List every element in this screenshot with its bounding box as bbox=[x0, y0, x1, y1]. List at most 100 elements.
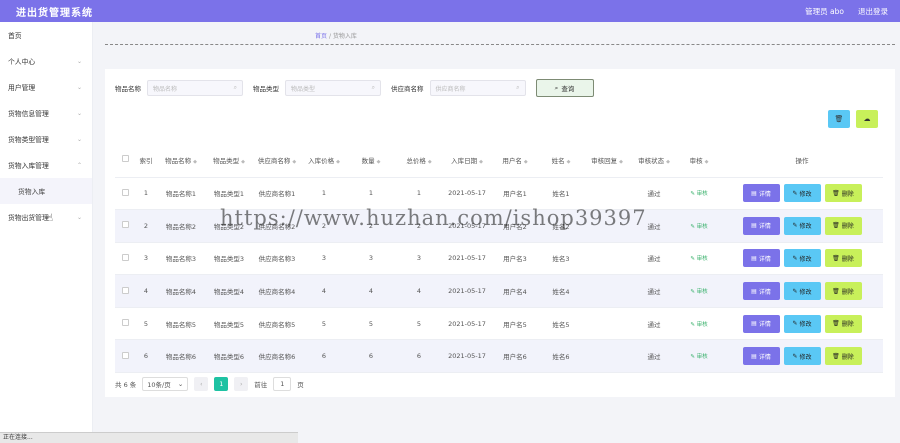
row-actions: ▤ 详情 ✎ 修改 🗑 删除 bbox=[721, 307, 883, 341]
cell-price: 5 bbox=[301, 307, 347, 341]
row-actions: ▤ 详情 ✎ 修改 🗑 删除 bbox=[721, 209, 883, 243]
header-username[interactable]: 用户名 ◆ bbox=[491, 143, 539, 178]
batch-delete-button[interactable]: 🗑 bbox=[828, 110, 850, 128]
edit-button[interactable]: ✎ 修改 bbox=[783, 314, 821, 333]
top-bar: 进出货管理系统 管理员 abo 退出登录 bbox=[0, 0, 900, 22]
detail-button[interactable]: ▤ 详情 bbox=[742, 314, 780, 333]
table-row: 5 物品名称5 物品类型5 供应商名称5 5 5 5 2021-05-17 用户名5 姓名5 通过 ✎… bbox=[115, 307, 883, 341]
header-total[interactable]: 总价格 ◆ bbox=[395, 143, 443, 178]
cell-realname: 姓名3 bbox=[539, 242, 583, 276]
query-label: 查询 bbox=[561, 85, 575, 93]
header-reply[interactable]: 审核回复 ◆ bbox=[583, 143, 631, 178]
audit-link[interactable]: ✎ 审核 bbox=[677, 274, 721, 308]
cell-status: 通过 bbox=[631, 339, 677, 374]
header-index[interactable]: 索引 bbox=[135, 143, 157, 178]
cell-index: 6 bbox=[135, 339, 157, 374]
sidebar-item-label: 货物信息管理 bbox=[8, 110, 49, 118]
row-checkbox[interactable] bbox=[115, 307, 135, 341]
row-checkbox[interactable] bbox=[115, 242, 135, 276]
edit-button[interactable]: ✎ 修改 bbox=[783, 216, 821, 235]
upload-button[interactable]: ☁ bbox=[856, 110, 878, 128]
sidebar-item-goods-type[interactable]: 货物类型管理 ⌄ bbox=[0, 126, 92, 152]
delete-button[interactable]: 🗑 删除 bbox=[824, 184, 862, 203]
sidebar-item-stock-out[interactable]: 货物出货管理 ⌄ bbox=[0, 204, 92, 230]
table-row: 6 物品名称6 物品类型6 供应商名称6 6 6 6 2021-05-17 用户名6 姓名6 通过 ✎… bbox=[115, 339, 883, 374]
detail-button[interactable]: ▤ 详情 bbox=[742, 249, 780, 268]
detail-button[interactable]: ▤ 详情 bbox=[742, 347, 780, 366]
edit-button[interactable]: ✎ 修改 bbox=[783, 282, 821, 301]
sidebar-item-profile[interactable]: 个人中心 ⌄ bbox=[0, 48, 92, 74]
sidebar-item-goods-info[interactable]: 货物信息管理 ⌄ bbox=[0, 100, 92, 126]
header-status[interactable]: 审核状态 ◆ bbox=[631, 143, 677, 178]
audit-link[interactable]: ✎ 审核 bbox=[677, 242, 721, 276]
cell-reply bbox=[583, 177, 631, 211]
logout-link[interactable]: 退出登录 bbox=[858, 6, 888, 17]
header-goods-type[interactable]: 物品类型 ◆ bbox=[205, 143, 253, 178]
trash-icon: 🗑 bbox=[832, 287, 840, 295]
search-icon: ⌕ bbox=[554, 83, 559, 92]
search-icon: ⌕ bbox=[371, 84, 375, 91]
table-row: 4 物品名称4 物品类型4 供应商名称4 4 4 4 2021-05-17 用户名4 姓名4 通过 ✎… bbox=[115, 274, 883, 308]
cell-username: 用户名3 bbox=[491, 242, 539, 276]
cell-index: 5 bbox=[135, 307, 157, 341]
edit-icon: ✎ bbox=[792, 189, 798, 197]
select-all-checkbox[interactable] bbox=[115, 143, 135, 178]
page-number[interactable]: 1 bbox=[214, 377, 229, 391]
cell-supplier: 供应商名称1 bbox=[253, 177, 301, 211]
cell-total: 1 bbox=[395, 177, 443, 211]
breadcrumb-home[interactable]: 首页 bbox=[315, 33, 327, 40]
row-checkbox[interactable] bbox=[115, 209, 135, 243]
cell-goods-type: 物品类型1 bbox=[205, 177, 253, 211]
chevron-down-icon: ⌄ bbox=[76, 83, 82, 91]
delete-button[interactable]: 🗑 删除 bbox=[824, 249, 862, 268]
cell-reply bbox=[583, 339, 631, 374]
edit-button[interactable]: ✎ 修改 bbox=[783, 347, 821, 366]
row-checkbox[interactable] bbox=[115, 274, 135, 308]
row-actions: ▤ 详情 ✎ 修改 🗑 删除 bbox=[721, 177, 883, 211]
edit-button[interactable]: ✎ 修改 bbox=[783, 249, 821, 268]
edit-icon: ✎ bbox=[792, 222, 798, 230]
audit-link[interactable]: ✎ 审核 bbox=[677, 177, 721, 211]
goto-page-input[interactable]: 1 bbox=[273, 377, 292, 391]
delete-button[interactable]: 🗑 删除 bbox=[824, 314, 862, 333]
delete-button[interactable]: 🗑 删除 bbox=[824, 347, 862, 366]
header-goods-name[interactable]: 物品名称 ◆ bbox=[157, 143, 205, 178]
detail-button[interactable]: ▤ 详情 bbox=[742, 282, 780, 301]
detail-button[interactable]: ▤ 详情 bbox=[742, 216, 780, 235]
header-supplier[interactable]: 供应商名称 ◆ bbox=[253, 143, 301, 178]
header-price[interactable]: 入库价格 ◆ bbox=[301, 143, 347, 178]
goods-type-input[interactable]: 物品类型 ⌕ bbox=[285, 80, 381, 96]
cell-total: 5 bbox=[395, 307, 443, 341]
input-placeholder: 供应商名称 bbox=[435, 85, 466, 93]
prev-page-button[interactable]: ‹ bbox=[194, 377, 209, 391]
page-size-select[interactable]: 10条/页 ⌄ bbox=[142, 377, 189, 391]
header-quantity[interactable]: 数量 ◆ bbox=[347, 143, 395, 178]
row-checkbox[interactable] bbox=[115, 339, 135, 374]
goods-name-input[interactable]: 物品名称 ⌕ bbox=[147, 80, 243, 96]
edit-button[interactable]: ✎ 修改 bbox=[783, 184, 821, 203]
header-realname[interactable]: 姓名 ◆ bbox=[539, 143, 583, 178]
delete-button[interactable]: 🗑 删除 bbox=[824, 216, 862, 235]
next-page-button[interactable]: › bbox=[234, 377, 249, 391]
cell-supplier: 供应商名称5 bbox=[253, 307, 301, 341]
audit-link[interactable]: ✎ 审核 bbox=[677, 307, 721, 341]
table-header-row: 索引 物品名称 ◆ 物品类型 ◆ 供应商名称 ◆ 入库价格 ◆ 数量 ◆ 总价格 ◆ 入库日… bbox=[115, 143, 883, 178]
cell-goods-type: 物品类型4 bbox=[205, 274, 253, 308]
sidebar-item-users[interactable]: 用户管理 ⌄ bbox=[0, 74, 92, 100]
cell-goods-name: 物品名称4 bbox=[157, 274, 205, 308]
header-date[interactable]: 入库日期 ◆ bbox=[443, 143, 491, 178]
sidebar-item-home[interactable]: 首页 bbox=[0, 22, 92, 48]
supplier-name-input[interactable]: 供应商名称 ⌕ bbox=[429, 80, 526, 96]
row-checkbox[interactable] bbox=[115, 177, 135, 211]
audit-link[interactable]: ✎ 审核 bbox=[677, 339, 721, 374]
goto-label: 前往 bbox=[254, 381, 268, 389]
sidebar-item-stock-in[interactable]: 货物入库管理 ⌃ bbox=[0, 152, 92, 178]
detail-button[interactable]: ▤ 详情 bbox=[742, 184, 780, 203]
watermark-text: https://www.huzhan.com/ishop39397 bbox=[220, 206, 647, 230]
query-button[interactable]: ⌕ 查询 bbox=[535, 79, 594, 97]
sidebar-subitem-stock-in[interactable]: 货物入库 bbox=[0, 178, 92, 204]
audit-link[interactable]: ✎ 审核 bbox=[677, 209, 721, 243]
row-actions: ▤ 详情 ✎ 修改 🗑 删除 bbox=[721, 339, 883, 374]
detail-icon: ▤ bbox=[751, 254, 757, 262]
delete-button[interactable]: 🗑 删除 bbox=[824, 282, 862, 301]
